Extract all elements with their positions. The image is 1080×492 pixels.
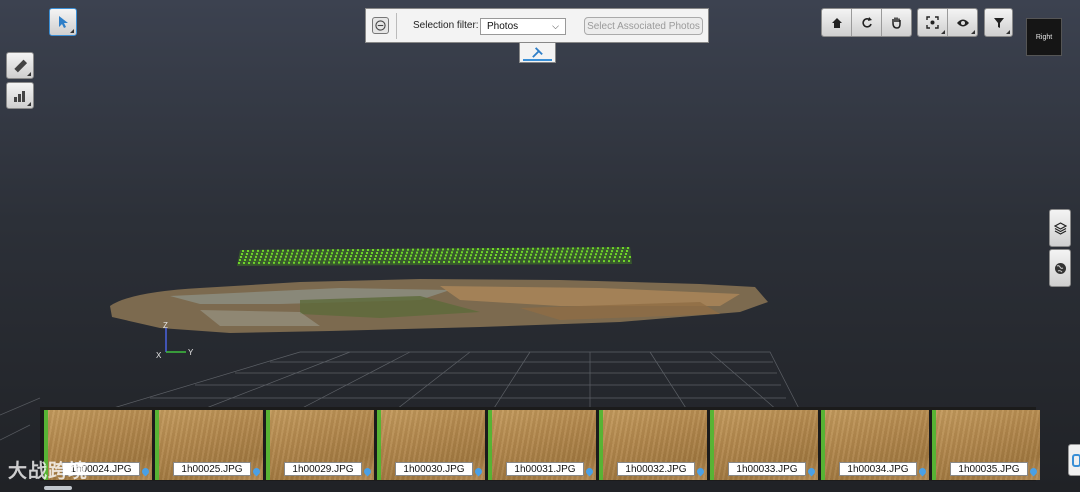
zoom-extent-button[interactable] bbox=[918, 9, 948, 36]
photo-strip[interactable]: 1h00024.JPG 1h00025.JPG 1h00029.JPG 1h00… bbox=[40, 407, 1040, 481]
photo-thumbnail[interactable]: 1h00025.JPG bbox=[155, 410, 263, 480]
photo-name: 1h00033.JPG bbox=[728, 462, 806, 476]
photo-thumbnail[interactable]: 1h00030.JPG bbox=[377, 410, 485, 480]
photo-thumbnail[interactable]: 1h00031.JPG bbox=[488, 410, 596, 480]
geotag-pin-icon bbox=[584, 466, 595, 477]
geotag-pin-icon bbox=[251, 466, 262, 477]
photo-name: 1h00029.JPG bbox=[284, 462, 362, 476]
toolbar-divider bbox=[396, 13, 397, 39]
geotag-pin-icon bbox=[362, 466, 373, 477]
selection-filter-bar: Selection filter: Photos ⌵ Select Associ… bbox=[365, 8, 709, 43]
photo-strip-scroll-handle[interactable] bbox=[44, 486, 72, 490]
tools-icon bbox=[532, 47, 543, 58]
geotag-pin-icon bbox=[473, 466, 484, 477]
chevron-down-icon: ⌵ bbox=[552, 21, 559, 31]
selection-filter-label: Selection filter: bbox=[413, 20, 479, 31]
geotag-pin-icon bbox=[695, 466, 706, 477]
side-panel-tab[interactable] bbox=[1068, 444, 1080, 476]
globe-button[interactable] bbox=[1049, 249, 1071, 287]
view-group bbox=[917, 8, 978, 37]
axis-x-label: X bbox=[156, 351, 162, 360]
axis-y-label: Y bbox=[188, 348, 194, 357]
photo-name: 1h00030.JPG bbox=[395, 462, 473, 476]
photo-name: 1h00025.JPG bbox=[173, 462, 251, 476]
analysis-tool-button[interactable] bbox=[6, 82, 34, 109]
axis-gizmo: Z X Y bbox=[156, 321, 194, 360]
photo-thumbnail[interactable]: 1h00035.JPG bbox=[932, 410, 1040, 480]
photo-name: 1h00035.JPG bbox=[950, 462, 1028, 476]
photo-name: 1h00034.JPG bbox=[839, 462, 917, 476]
point-cloud bbox=[110, 279, 768, 333]
rotate-icon bbox=[861, 16, 872, 28]
globe-icon bbox=[1054, 262, 1066, 274]
layers-button[interactable] bbox=[1049, 209, 1071, 247]
measure-ruler-icon bbox=[14, 59, 28, 72]
measure-tool-button[interactable] bbox=[6, 52, 34, 79]
zoom-extent-icon bbox=[926, 16, 939, 29]
photo-thumbnail[interactable]: 1h00029.JPG bbox=[266, 410, 374, 480]
collapse-icon bbox=[375, 20, 386, 31]
geotag-pin-icon bbox=[806, 466, 817, 477]
pan-button[interactable] bbox=[882, 9, 911, 36]
visibility-button[interactable] bbox=[948, 9, 977, 36]
photo-thumbnail[interactable]: 1h00033.JPG bbox=[710, 410, 818, 480]
view-cube[interactable]: Right bbox=[1026, 18, 1062, 56]
axis-z-label: Z bbox=[163, 321, 168, 330]
layers-icon bbox=[1053, 221, 1067, 235]
photo-thumbnail[interactable]: 1h00032.JPG bbox=[599, 410, 707, 480]
tools-tab[interactable] bbox=[519, 43, 556, 63]
view-cube-face-label: Right bbox=[1035, 33, 1053, 41]
collapse-filter-button[interactable] bbox=[372, 17, 389, 34]
camera-positions bbox=[237, 247, 632, 266]
geotag-pin-icon bbox=[1028, 466, 1039, 477]
selection-filter-dropdown[interactable]: Photos ⌵ bbox=[480, 18, 566, 35]
chart-icon bbox=[14, 90, 25, 102]
photo-thumbnail[interactable]: 1h00034.JPG bbox=[821, 410, 929, 480]
navigation-group bbox=[821, 8, 912, 37]
select-associated-photos-button[interactable]: Select Associated Photos bbox=[584, 17, 703, 35]
watermark: 大战跨境 bbox=[8, 460, 89, 482]
rotate-button[interactable] bbox=[852, 9, 882, 36]
photo-name: 1h00032.JPG bbox=[617, 462, 695, 476]
filter-button[interactable] bbox=[984, 8, 1013, 37]
geotag-pin-icon bbox=[140, 466, 151, 477]
home-button[interactable] bbox=[822, 9, 852, 36]
filter-icon bbox=[993, 17, 1004, 28]
photo-name: 1h00031.JPG bbox=[506, 462, 584, 476]
selection-filter-value: Photos bbox=[487, 21, 519, 32]
panel-tab-icon bbox=[1072, 454, 1080, 467]
home-icon bbox=[831, 17, 842, 28]
selection-cursor-icon bbox=[59, 16, 68, 28]
hand-pan-icon bbox=[892, 17, 901, 29]
eye-icon bbox=[956, 19, 969, 26]
select-tool-button[interactable] bbox=[49, 8, 77, 36]
geotag-pin-icon bbox=[917, 466, 928, 477]
